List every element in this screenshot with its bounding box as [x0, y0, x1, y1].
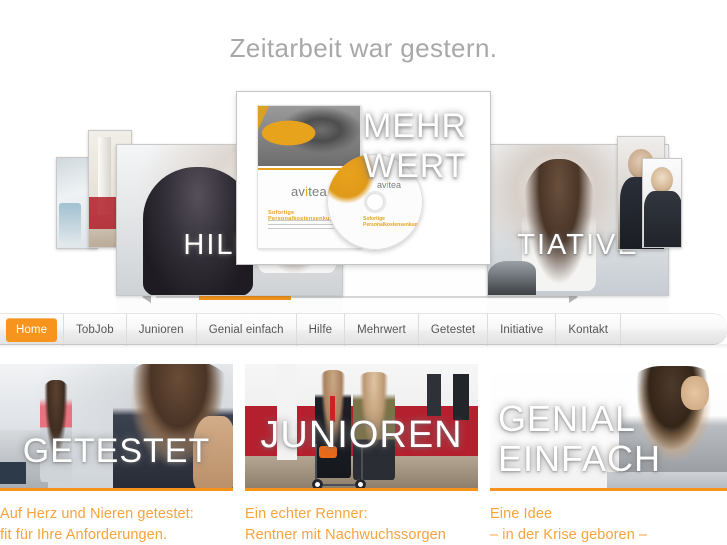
- nav-item-kontakt[interactable]: Kontakt: [556, 314, 622, 346]
- nav-item-home[interactable]: Home: [6, 318, 58, 342]
- decor-head-2: [651, 167, 673, 193]
- carousel-slide-mehrwert[interactable]: avitea Sofortige Personalkostensenkung a…: [237, 92, 490, 264]
- decor-far-person-1: [427, 374, 441, 416]
- nav-item-tobjob[interactable]: TobJob: [63, 314, 127, 346]
- teaser-text-junioren-line1: Ein echter Renner:: [245, 506, 368, 522]
- cd-center-hole: [366, 193, 384, 211]
- teaser-panel-genial-einfach[interactable]: GENIAL EINFACH Eine Idee – in der Krise …: [490, 364, 727, 545]
- brochure-logo: avitea: [291, 184, 327, 199]
- teaser-panel-junioren[interactable]: JUNIOREN Ein echter Renner: Rentner mit …: [245, 364, 478, 545]
- nav-item-junioren[interactable]: Junioren: [127, 314, 197, 346]
- carousel-caption-mehrwert-line2: WERT: [363, 147, 467, 186]
- teaser-text-junioren-line2: Rentner mit Nachwuchssorgen: [245, 527, 446, 544]
- teaser-text-genial-einfach: Eine Idee – in der Krise geboren –: [490, 491, 727, 545]
- nav-item-mehrwert[interactable]: Mehrwert: [345, 314, 419, 346]
- cd-subtitle: Sofortige Personalkostensenkung: [363, 216, 421, 228]
- nav-item-genial-einfach[interactable]: Genial einfach: [197, 314, 297, 346]
- carousel-caption-mehrwert: MEHR WERT: [363, 106, 486, 186]
- nav-item-getestet[interactable]: Getestet: [419, 314, 489, 346]
- decor-machine: [488, 261, 536, 295]
- teaser-text-genial-line1: Eine Idee: [490, 506, 553, 522]
- main-navigation: Home TobJob Junioren Genial einfach Hilf…: [0, 314, 622, 346]
- nav-item-initiative[interactable]: Initiative: [488, 314, 557, 346]
- carousel-thumb-far-right[interactable]: [642, 158, 682, 248]
- teaser-text-getestet-line1: Auf Herz und Nieren getestet:: [0, 506, 194, 522]
- teaser-panels: GETESTET Auf Herz und Nieren getestet: f…: [0, 364, 727, 545]
- carousel-caption-mehrwert-line1: MEHR: [363, 107, 468, 145]
- carousel-thumb-far-right-image: [643, 159, 681, 247]
- teaser-panel-getestet[interactable]: GETESTET Auf Herz und Nieren getestet: f…: [0, 364, 233, 545]
- teaser-text-getestet-line2: fit für Ihre Anforderungen.: [0, 527, 168, 544]
- hero-carousel[interactable]: HILFE TIATIVE HILFE: [0, 92, 727, 341]
- teaser-overlay-getestet: GETESTET: [22, 432, 211, 470]
- carousel-slide-mehrwert-image: avitea Sofortige Personalkostensenkung a…: [241, 96, 486, 260]
- teaser-overlay-junioren: JUNIOREN: [260, 414, 463, 456]
- page-headline: Zeitarbeit war gestern.: [229, 33, 498, 63]
- teaser-overlay-einfach: EINFACH: [498, 438, 662, 479]
- teaser-text-getestet: Auf Herz und Nieren getestet: fit für Ih…: [0, 491, 233, 545]
- decor-suit-2: [644, 191, 681, 247]
- teaser-image-junioren[interactable]: JUNIOREN: [245, 364, 478, 488]
- teaser-overlay-genial: GENIAL: [498, 398, 637, 439]
- teaser-text-genial-line2: – in der Krise geboren –: [490, 527, 648, 544]
- page-root: Zeitarbeit war gestern. HILFE TIATIVE: [0, 0, 727, 545]
- teaser-image-getestet[interactable]: GETESTET: [0, 364, 233, 488]
- main-navigation-bar: Home TobJob Junioren Genial einfach Hilf…: [0, 313, 727, 349]
- nav-item-hilfe[interactable]: Hilfe: [297, 314, 346, 346]
- teaser-text-junioren: Ein echter Renner: Rentner mit Nachwuchs…: [245, 491, 478, 545]
- teaser-image-genial-einfach[interactable]: GENIAL EINFACH: [490, 364, 727, 488]
